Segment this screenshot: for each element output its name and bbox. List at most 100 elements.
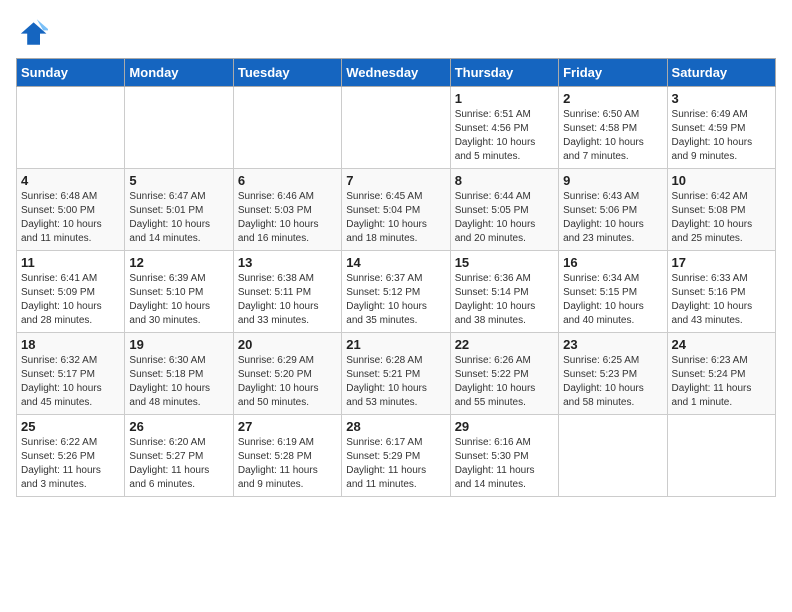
calendar-cell: 21 Sunrise: 6:28 AM Sunset: 5:21 PM Dayli…: [342, 333, 450, 415]
calendar-cell: 6 Sunrise: 6:46 AM Sunset: 5:03 PM Daylig…: [233, 169, 341, 251]
calendar-cell: 2Sunrise: 6:50 AM Sunset: 4:58 PM Daylig…: [559, 87, 667, 169]
calendar-cell: 13 Sunrise: 6:38 AM Sunset: 5:11 PM Dayli…: [233, 251, 341, 333]
day-info: Sunrise: 6:34 AM Sunset: 5:15 PM Dayligh…: [563, 272, 662, 328]
day-info: Sunrise: 6:26 AM Sunset: 5:22 PM Dayligh…: [455, 354, 554, 410]
day-info: Sunrise: 6:17 AM Sunset: 5:29 PM Dayligh…: [346, 436, 445, 492]
logo: [16, 16, 52, 48]
week-row-5: 25 Sunrise: 6:22 AM Sunset: 5:26 PM Dayli…: [17, 415, 776, 497]
calendar-cell: [667, 415, 775, 497]
calendar-cell: 20 Sunrise: 6:29 AM Sunset: 5:20 PM Dayli…: [233, 333, 341, 415]
header: [16, 16, 776, 48]
calendar-cell: [125, 87, 233, 169]
day-number: 22: [455, 337, 554, 352]
week-row-1: 1 Sunrise: 6:51 AM Sunset: 4:56 PM Daylig…: [17, 87, 776, 169]
day-number: 29: [455, 419, 554, 434]
day-number: 2: [563, 91, 662, 106]
day-number: 8: [455, 173, 554, 188]
day-info: Sunrise: 6:41 AM Sunset: 5:09 PM Dayligh…: [21, 272, 120, 328]
day-number: 24: [672, 337, 771, 352]
calendar-cell: 4Sunrise: 6:48 AM Sunset: 5:00 PM Daylig…: [17, 169, 125, 251]
calendar-cell: [17, 87, 125, 169]
day-number: 11: [21, 255, 120, 270]
logo-icon: [16, 16, 48, 48]
calendar-cell: 26 Sunrise: 6:20 AM Sunset: 5:27 PM Dayli…: [125, 415, 233, 497]
day-info: Sunrise: 6:22 AM Sunset: 5:26 PM Dayligh…: [21, 436, 120, 492]
day-number: 18: [21, 337, 120, 352]
calendar-cell: [559, 415, 667, 497]
day-number: 10: [672, 173, 771, 188]
calendar-cell: 11 Sunrise: 6:41 AM Sunset: 5:09 PM Dayli…: [17, 251, 125, 333]
day-info: Sunrise: 6:44 AM Sunset: 5:05 PM Dayligh…: [455, 190, 554, 246]
calendar-cell: 22 Sunrise: 6:26 AM Sunset: 5:22 PM Dayli…: [450, 333, 558, 415]
header-cell-saturday: Saturday: [667, 59, 775, 87]
calendar-cell: 3 Sunrise: 6:49 AM Sunset: 4:59 PM Daylig…: [667, 87, 775, 169]
week-row-4: 18 Sunrise: 6:32 AM Sunset: 5:17 PM Dayli…: [17, 333, 776, 415]
header-cell-tuesday: Tuesday: [233, 59, 341, 87]
day-number: 12: [129, 255, 228, 270]
day-info: Sunrise: 6:39 AM Sunset: 5:10 PM Dayligh…: [129, 272, 228, 328]
day-info: Sunrise: 6:32 AM Sunset: 5:17 PM Dayligh…: [21, 354, 120, 410]
day-number: 15: [455, 255, 554, 270]
day-info: Sunrise: 6:38 AM Sunset: 5:11 PM Dayligh…: [238, 272, 337, 328]
calendar-header: SundayMondayTuesdayWednesdayThursdayFrid…: [17, 59, 776, 87]
day-info: Sunrise: 6:28 AM Sunset: 5:21 PM Dayligh…: [346, 354, 445, 410]
week-row-2: 4Sunrise: 6:48 AM Sunset: 5:00 PM Daylig…: [17, 169, 776, 251]
day-info: Sunrise: 6:30 AM Sunset: 5:18 PM Dayligh…: [129, 354, 228, 410]
calendar-cell: 27Sunrise: 6:19 AM Sunset: 5:28 PM Dayli…: [233, 415, 341, 497]
day-info: Sunrise: 6:33 AM Sunset: 5:16 PM Dayligh…: [672, 272, 771, 328]
header-row: SundayMondayTuesdayWednesdayThursdayFrid…: [17, 59, 776, 87]
calendar-body: 1 Sunrise: 6:51 AM Sunset: 4:56 PM Daylig…: [17, 87, 776, 497]
calendar-cell: 8 Sunrise: 6:44 AM Sunset: 5:05 PM Daylig…: [450, 169, 558, 251]
day-info: Sunrise: 6:45 AM Sunset: 5:04 PM Dayligh…: [346, 190, 445, 246]
calendar-cell: 1 Sunrise: 6:51 AM Sunset: 4:56 PM Daylig…: [450, 87, 558, 169]
day-info: Sunrise: 6:51 AM Sunset: 4:56 PM Dayligh…: [455, 108, 554, 164]
day-number: 26: [129, 419, 228, 434]
calendar-cell: 17 Sunrise: 6:33 AM Sunset: 5:16 PM Dayli…: [667, 251, 775, 333]
calendar-cell: 24Sunrise: 6:23 AM Sunset: 5:24 PM Dayli…: [667, 333, 775, 415]
day-info: Sunrise: 6:47 AM Sunset: 5:01 PM Dayligh…: [129, 190, 228, 246]
day-number: 9: [563, 173, 662, 188]
day-info: Sunrise: 6:36 AM Sunset: 5:14 PM Dayligh…: [455, 272, 554, 328]
day-info: Sunrise: 6:29 AM Sunset: 5:20 PM Dayligh…: [238, 354, 337, 410]
day-number: 6: [238, 173, 337, 188]
calendar-cell: 16 Sunrise: 6:34 AM Sunset: 5:15 PM Dayli…: [559, 251, 667, 333]
header-cell-monday: Monday: [125, 59, 233, 87]
day-number: 23: [563, 337, 662, 352]
day-number: 5: [129, 173, 228, 188]
calendar-cell: 9 Sunrise: 6:43 AM Sunset: 5:06 PM Daylig…: [559, 169, 667, 251]
day-number: 25: [21, 419, 120, 434]
day-number: 20: [238, 337, 337, 352]
calendar-cell: 19Sunrise: 6:30 AM Sunset: 5:18 PM Dayli…: [125, 333, 233, 415]
day-info: Sunrise: 6:49 AM Sunset: 4:59 PM Dayligh…: [672, 108, 771, 164]
calendar-cell: 28Sunrise: 6:17 AM Sunset: 5:29 PM Dayli…: [342, 415, 450, 497]
calendar-cell: 23Sunrise: 6:25 AM Sunset: 5:23 PM Dayli…: [559, 333, 667, 415]
day-number: 16: [563, 255, 662, 270]
day-number: 14: [346, 255, 445, 270]
calendar-cell: 14 Sunrise: 6:37 AM Sunset: 5:12 PM Dayli…: [342, 251, 450, 333]
day-info: Sunrise: 6:16 AM Sunset: 5:30 PM Dayligh…: [455, 436, 554, 492]
calendar-cell: [233, 87, 341, 169]
header-cell-friday: Friday: [559, 59, 667, 87]
day-info: Sunrise: 6:42 AM Sunset: 5:08 PM Dayligh…: [672, 190, 771, 246]
day-number: 3: [672, 91, 771, 106]
day-info: Sunrise: 6:46 AM Sunset: 5:03 PM Dayligh…: [238, 190, 337, 246]
day-info: Sunrise: 6:37 AM Sunset: 5:12 PM Dayligh…: [346, 272, 445, 328]
calendar-cell: [342, 87, 450, 169]
day-number: 13: [238, 255, 337, 270]
day-info: Sunrise: 6:20 AM Sunset: 5:27 PM Dayligh…: [129, 436, 228, 492]
calendar-table: SundayMondayTuesdayWednesdayThursdayFrid…: [16, 58, 776, 497]
day-info: Sunrise: 6:43 AM Sunset: 5:06 PM Dayligh…: [563, 190, 662, 246]
header-cell-wednesday: Wednesday: [342, 59, 450, 87]
day-number: 27: [238, 419, 337, 434]
calendar-cell: 25 Sunrise: 6:22 AM Sunset: 5:26 PM Dayli…: [17, 415, 125, 497]
page-container: SundayMondayTuesdayWednesdayThursdayFrid…: [0, 0, 792, 507]
day-number: 4: [21, 173, 120, 188]
day-number: 21: [346, 337, 445, 352]
header-cell-sunday: Sunday: [17, 59, 125, 87]
day-number: 1: [455, 91, 554, 106]
calendar-cell: 5 Sunrise: 6:47 AM Sunset: 5:01 PM Daylig…: [125, 169, 233, 251]
header-cell-thursday: Thursday: [450, 59, 558, 87]
day-number: 17: [672, 255, 771, 270]
calendar-cell: 29 Sunrise: 6:16 AM Sunset: 5:30 PM Dayli…: [450, 415, 558, 497]
week-row-3: 11 Sunrise: 6:41 AM Sunset: 5:09 PM Dayli…: [17, 251, 776, 333]
